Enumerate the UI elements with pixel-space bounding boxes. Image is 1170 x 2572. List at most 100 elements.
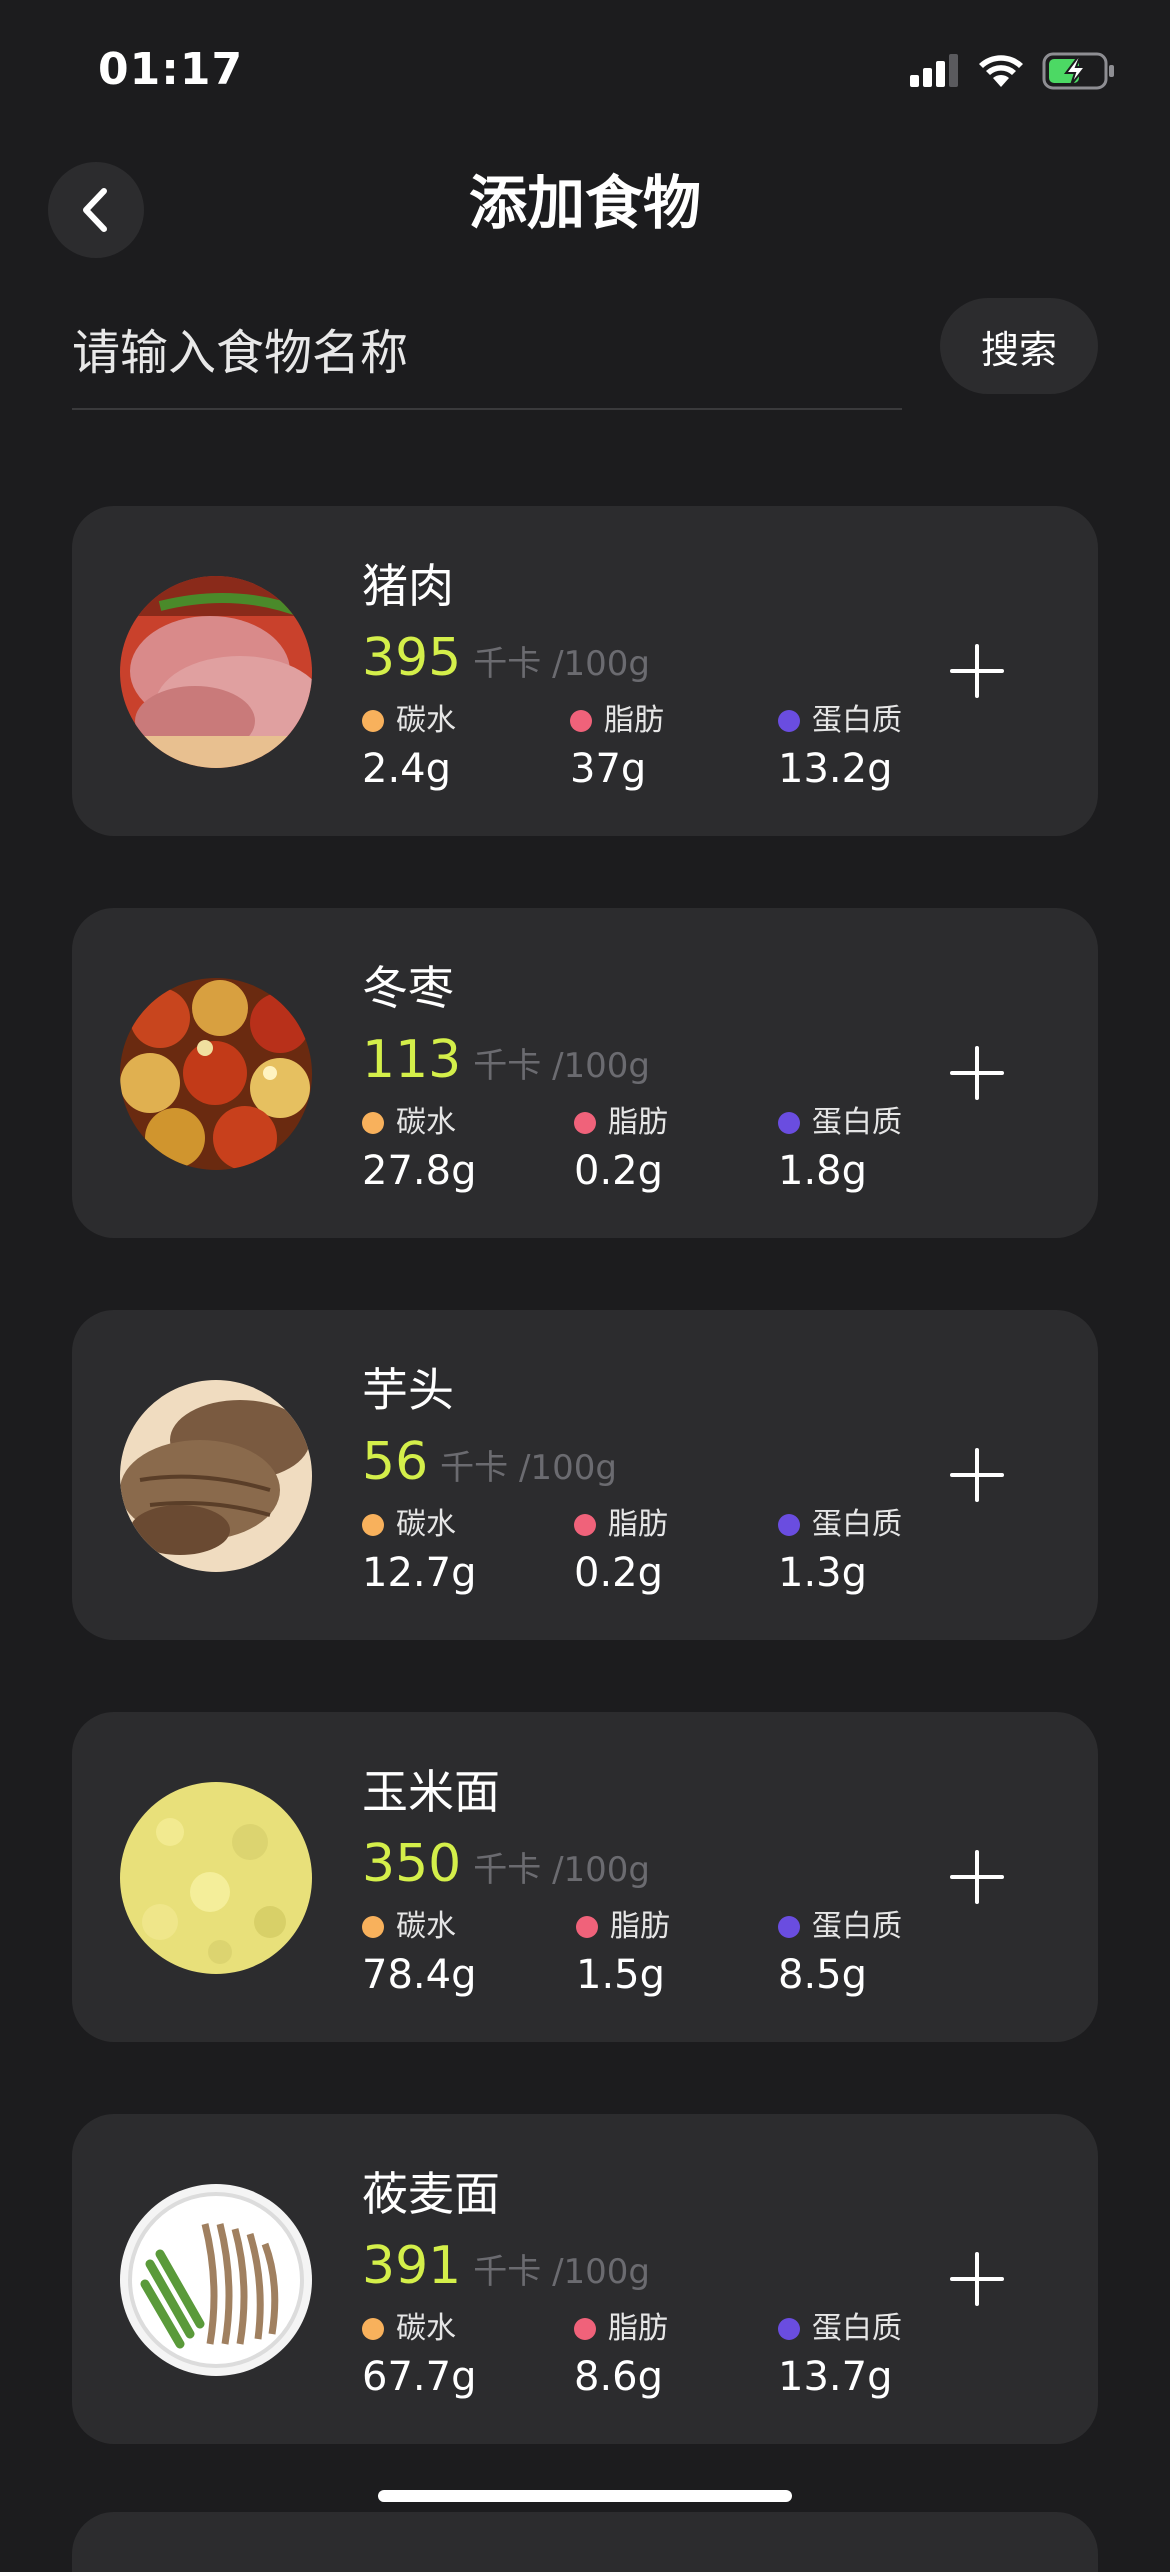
- kcal-unit: 千卡 /100g: [440, 1448, 617, 1488]
- fat-label: 脂肪: [604, 703, 664, 738]
- carbs-value: 27.8g: [362, 1148, 477, 1194]
- protein-value: 1.8g: [778, 1148, 868, 1194]
- nutrient-fat: 脂肪 0.2g: [574, 1506, 668, 1598]
- carbs-label: 碳水: [396, 2311, 456, 2346]
- nutrient-carbs: 碳水 78.4g: [362, 1908, 476, 2000]
- status-bar: 01:17: [0, 0, 1170, 140]
- fat-dot-icon: [576, 1916, 598, 1938]
- fat-dot-icon: [570, 710, 592, 732]
- nutrient-fat: 脂肪 37g: [570, 702, 664, 794]
- nutrient-carbs: 碳水 67.7g: [362, 2310, 476, 2402]
- search-input[interactable]: [72, 298, 902, 410]
- jujube-image: [120, 978, 312, 1170]
- protein-dot-icon: [778, 2318, 800, 2340]
- nutrient-protein: 蛋白质 8.5g: [778, 1908, 902, 2000]
- food-card-partial[interactable]: [72, 2512, 1098, 2572]
- nutrient-fat: 脂肪 0.2g: [574, 1104, 668, 1196]
- protein-dot-icon: [778, 1112, 800, 1134]
- fat-dot-icon: [574, 1514, 596, 1536]
- protein-label: 蛋白质: [812, 1105, 902, 1140]
- nutrient-protein: 蛋白质 1.8g: [778, 1104, 902, 1196]
- carbs-label: 碳水: [396, 1909, 456, 1944]
- kcal-value: 113: [362, 1030, 462, 1090]
- protein-label: 蛋白质: [812, 703, 902, 738]
- fat-dot-icon: [574, 2318, 596, 2340]
- nutrient-fat: 脂肪 1.5g: [576, 1908, 670, 2000]
- page-title: 添加食物: [468, 169, 701, 237]
- add-food-button[interactable]: [944, 638, 1010, 704]
- food-card[interactable]: 玉米面 350 千卡 /100g 碳水 78.4g 脂肪 1.5g 蛋白质 8.…: [72, 1712, 1098, 2042]
- kcal-row: 56 千卡 /100g: [362, 1430, 617, 1494]
- nutrient-protein: 蛋白质 13.2g: [778, 702, 902, 794]
- status-time: 01:17: [98, 44, 244, 95]
- oat-noodle-image: [120, 2184, 312, 2376]
- carbs-dot-icon: [362, 2318, 384, 2340]
- fat-label: 脂肪: [610, 1909, 670, 1944]
- carbs-value: 12.7g: [362, 1550, 477, 1596]
- protein-value: 13.7g: [778, 2354, 893, 2400]
- fat-value: 8.6g: [574, 2354, 664, 2400]
- food-name: 莜麦面: [362, 2167, 500, 2221]
- nutrients: 碳水 12.7g 脂肪 0.2g 蛋白质 1.3g: [362, 1506, 922, 1606]
- carbs-label: 碳水: [396, 703, 456, 738]
- carbs-dot-icon: [362, 1112, 384, 1134]
- protein-value: 8.5g: [778, 1952, 868, 1998]
- nutrients: 碳水 27.8g 脂肪 0.2g 蛋白质 1.8g: [362, 1104, 922, 1204]
- food-list: 猪肉 395 千卡 /100g 碳水 2.4g 脂肪 37g 蛋白质 13.2g: [72, 506, 1098, 2516]
- protein-value: 1.3g: [778, 1550, 868, 1596]
- food-card[interactable]: 芋头 56 千卡 /100g 碳水 12.7g 脂肪 0.2g 蛋白质 1.3g: [72, 1310, 1098, 1640]
- wifi-icon: [979, 55, 1023, 87]
- carbs-dot-icon: [362, 1916, 384, 1938]
- kcal-row: 395 千卡 /100g: [362, 626, 650, 690]
- kcal-unit: 千卡 /100g: [473, 1850, 651, 1890]
- carbs-label: 碳水: [396, 1105, 456, 1140]
- protein-dot-icon: [778, 1916, 800, 1938]
- taro-image: [120, 1380, 312, 1572]
- cellular-signal-icon: [910, 54, 958, 87]
- kcal-value: 391: [362, 2236, 462, 2296]
- fat-value: 37g: [570, 746, 647, 792]
- kcal-row: 350 千卡 /100g: [362, 1832, 650, 1896]
- search-row: 搜索: [72, 298, 1098, 428]
- protein-dot-icon: [778, 710, 800, 732]
- food-card[interactable]: 莜麦面 391 千卡 /100g 碳水 67.7g 脂肪 8.6g 蛋白质 13…: [72, 2114, 1098, 2444]
- kcal-row: 113 千卡 /100g: [362, 1028, 650, 1092]
- home-indicator[interactable]: [378, 2490, 792, 2502]
- protein-label: 蛋白质: [812, 1909, 902, 1944]
- kcal-unit: 千卡 /100g: [473, 644, 651, 684]
- cornmeal-image: [120, 1782, 312, 1974]
- carbs-value: 67.7g: [362, 2354, 477, 2400]
- food-name: 玉米面: [362, 1765, 500, 1819]
- fat-label: 脂肪: [608, 2311, 668, 2346]
- carbs-dot-icon: [362, 1514, 384, 1536]
- add-food-button[interactable]: [944, 2246, 1010, 2312]
- fat-dot-icon: [574, 1112, 596, 1134]
- kcal-unit: 千卡 /100g: [473, 1046, 651, 1086]
- kcal-unit: 千卡 /100g: [473, 2252, 651, 2292]
- food-name: 猪肉: [362, 559, 454, 613]
- protein-label: 蛋白质: [812, 2311, 902, 2346]
- carbs-value: 78.4g: [362, 1952, 477, 1998]
- fat-value: 0.2g: [574, 1550, 664, 1596]
- carbs-value: 2.4g: [362, 746, 452, 792]
- food-name: 芋头: [362, 1363, 454, 1417]
- fat-value: 1.5g: [576, 1952, 666, 1998]
- add-food-button[interactable]: [944, 1040, 1010, 1106]
- kcal-value: 395: [362, 628, 462, 688]
- food-card[interactable]: 冬枣 113 千卡 /100g 碳水 27.8g 脂肪 0.2g 蛋白质 1.8…: [72, 908, 1098, 1238]
- add-food-button[interactable]: [944, 1844, 1010, 1910]
- food-name: 冬枣: [362, 961, 454, 1015]
- nutrient-carbs: 碳水 2.4g: [362, 702, 456, 794]
- protein-label: 蛋白质: [812, 1507, 902, 1542]
- search-button[interactable]: 搜索: [940, 298, 1098, 394]
- nutrient-carbs: 碳水 27.8g: [362, 1104, 476, 1196]
- kcal-row: 391 千卡 /100g: [362, 2234, 650, 2298]
- food-card[interactable]: 猪肉 395 千卡 /100g 碳水 2.4g 脂肪 37g 蛋白质 13.2g: [72, 506, 1098, 836]
- status-icons: [908, 52, 1116, 90]
- header: 添加食物: [0, 150, 1170, 260]
- kcal-value: 56: [362, 1432, 429, 1492]
- protein-dot-icon: [778, 1514, 800, 1536]
- carbs-label: 碳水: [396, 1507, 456, 1542]
- nutrient-carbs: 碳水 12.7g: [362, 1506, 476, 1598]
- add-food-button[interactable]: [944, 1442, 1010, 1508]
